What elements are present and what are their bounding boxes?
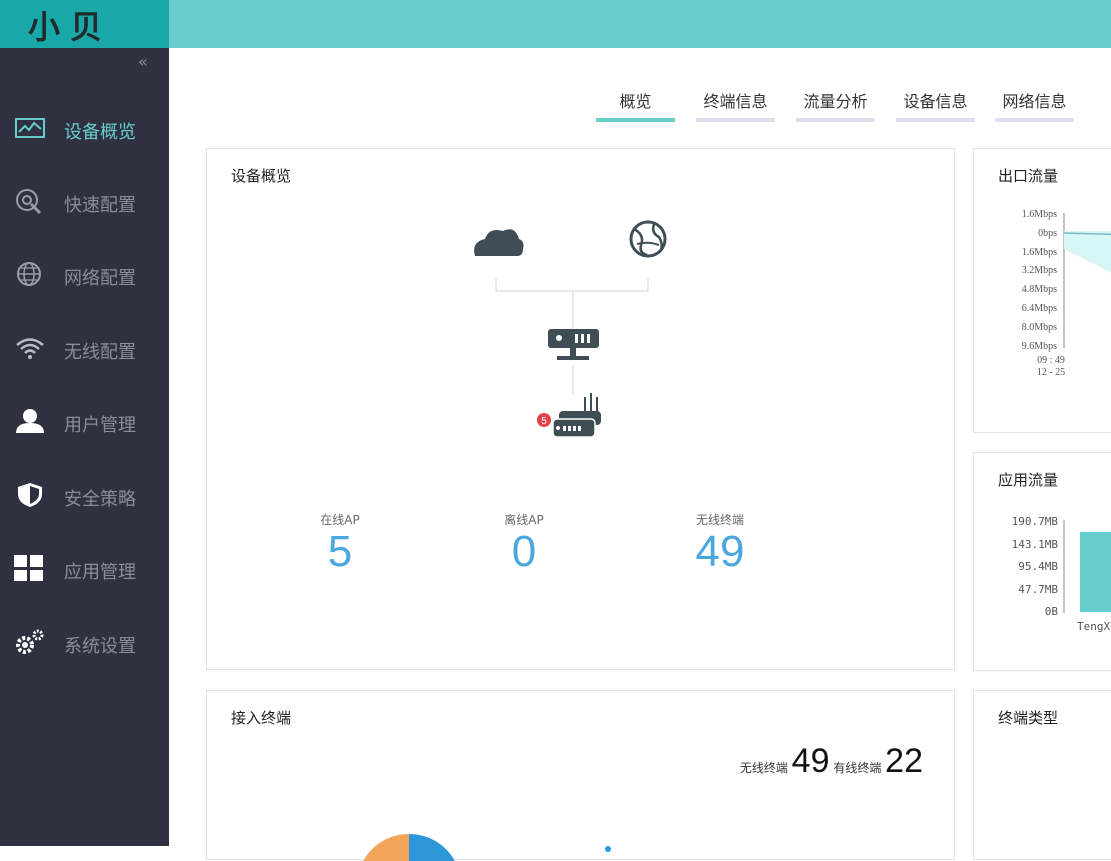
x-axis-date-label: 12 - 25 <box>1036 367 1066 378</box>
pie-slice[interactable] <box>357 833 409 861</box>
sidebar-item-label: 网络配置 <box>64 268 136 289</box>
collapse-sidebar-icon[interactable]: « <box>138 52 148 71</box>
wireless-terminal-label: 无线终端 <box>739 761 788 775</box>
tab-overview[interactable]: 概览 <box>596 88 675 122</box>
stat-label-offline-ap: 离线AP <box>504 513 544 527</box>
device-overview-panel: 设备概览 5 在线AP 5 离线AP 0 无线终端 49 <box>206 148 955 670</box>
sidebar-item-wireless-config[interactable]: 无线配置 <box>0 328 169 368</box>
sidebar-item-app-management[interactable]: 应用管理 <box>0 548 169 588</box>
wired-terminal-count: 22 <box>885 742 923 780</box>
logo-text: 小贝 <box>28 8 113 46</box>
app-traffic-chart <box>1063 520 1111 613</box>
app-traffic-bar[interactable] <box>1080 532 1111 612</box>
sidebar-item-network-config[interactable]: 网络配置 <box>0 254 169 294</box>
sidebar-item-label: 设备概览 <box>64 122 136 143</box>
pie-slice[interactable] <box>409 833 461 861</box>
x-axis-app-label: TengX <box>1077 620 1111 633</box>
internet-globe-icon[interactable] <box>629 220 667 258</box>
ap-router-icon[interactable] <box>552 393 601 438</box>
sidebar: « 设备概览 快速配置 网络配置 无线配置 用户管理 安全策略 应用管理 系统设… <box>0 48 169 846</box>
terminal-types-panel: 终端类型 <box>973 690 1111 860</box>
sidebar-item-device-overview[interactable]: 设备概览 <box>0 108 169 148</box>
sidebar-item-label: 系统设置 <box>64 636 136 657</box>
logo[interactable]: 小贝 <box>0 0 169 48</box>
legend-dot <box>605 846 611 852</box>
gateway-device-icon[interactable] <box>548 329 599 360</box>
svg-text:5: 5 <box>541 416 547 427</box>
stat-label-online-ap: 在线AP <box>320 513 360 527</box>
panel-title: 终端类型 <box>998 709 1059 727</box>
sidebar-item-label: 无线配置 <box>64 342 136 363</box>
sidebar-item-label: 用户管理 <box>64 415 136 436</box>
tab-device-info[interactable]: 设备信息 <box>896 88 975 122</box>
stat-value-online-ap[interactable]: 5 <box>280 527 400 577</box>
sidebar-item-system-settings[interactable]: 系统设置 <box>0 622 169 662</box>
tab-traffic-analysis[interactable]: 流量分析 <box>796 88 875 122</box>
sidebar-item-user-management[interactable]: 用户管理 <box>0 401 169 441</box>
wired-terminal-label: 有线终端 <box>833 761 882 775</box>
ap-count-badge: 5 <box>537 413 551 427</box>
sidebar-item-label: 应用管理 <box>64 562 136 583</box>
quick-config-icon <box>16 189 42 214</box>
sidebar-item-label: 快速配置 <box>64 195 136 216</box>
x-axis-time-label: 09 : 49 <box>1037 355 1065 366</box>
globe-icon <box>17 262 41 286</box>
app-traffic-panel: 应用流量 190.7MB 143.1MB 95.4MB 47.7MB 0B Te… <box>973 452 1111 671</box>
user-icon <box>16 409 44 433</box>
shield-icon <box>18 483 42 507</box>
egress-traffic-chart <box>1063 213 1111 348</box>
sidebar-item-label: 安全策略 <box>64 489 136 510</box>
tab-terminal-info[interactable]: 终端信息 <box>696 88 775 122</box>
sidebar-item-quick-config[interactable]: 快速配置 <box>0 181 169 221</box>
stat-value-offline-ap[interactable]: 0 <box>464 527 584 577</box>
sidebar-item-security-policy[interactable]: 安全策略 <box>0 475 169 515</box>
topology-diagram: 5 <box>474 220 667 438</box>
egress-traffic-panel: 出口流量 1.6Mbps 0bps 1.6Mbps 3.2Mbps 4.8Mbp… <box>973 148 1111 433</box>
gears-icon <box>16 629 44 654</box>
wireless-terminal-count: 49 <box>791 742 830 780</box>
tab-network-info[interactable]: 网络信息 <box>995 88 1074 122</box>
stat-value-wireless-terminals[interactable]: 49 <box>660 527 780 577</box>
stat-label-wireless-terminals: 无线终端 <box>695 513 744 527</box>
grid-icon <box>14 555 43 581</box>
chart-line-icon <box>15 118 45 138</box>
cloud-icon[interactable] <box>474 229 524 256</box>
wifi-icon <box>16 338 44 359</box>
terminal-counts: 无线终端 49 有线终端 22 <box>740 742 923 781</box>
